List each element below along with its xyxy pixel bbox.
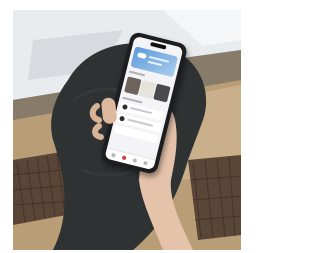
dynamic-island	[150, 41, 167, 50]
camera-tile[interactable]	[153, 83, 171, 103]
photo	[13, 10, 241, 250]
home-icon[interactable]	[111, 152, 116, 158]
tab-icon[interactable]	[121, 155, 127, 161]
device-icon	[121, 103, 128, 111]
device-icon	[119, 115, 126, 122]
tab-icon[interactable]	[143, 160, 148, 166]
thumb	[100, 97, 118, 125]
cloud-icon	[136, 52, 147, 60]
tab-icon[interactable]	[132, 158, 138, 163]
